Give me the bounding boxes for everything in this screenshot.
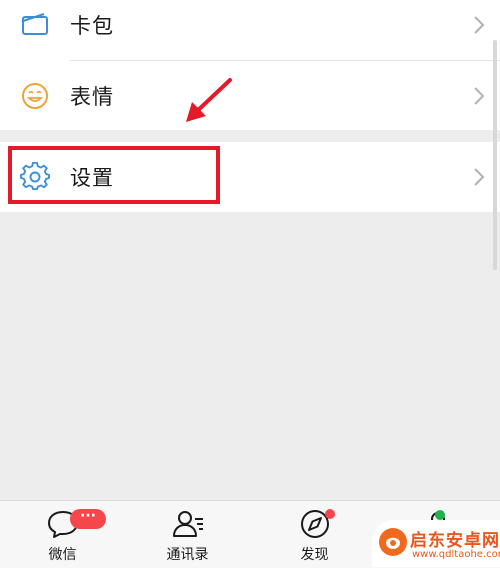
menu-item-emoji[interactable]: 表情 (0, 65, 500, 127)
tab-discover[interactable]: 发现 (252, 501, 377, 568)
menu-item-card-wallet[interactable]: 卡包 (0, 0, 500, 56)
highlight-box (8, 146, 220, 204)
menu-group-top: 卡包 表情 (0, 0, 500, 130)
me-status-dot (435, 510, 445, 520)
watermark-logo-icon (379, 528, 407, 556)
divider (70, 60, 500, 61)
card-wallet-icon (22, 13, 48, 35)
tab-label: 通讯录 (166, 547, 209, 563)
unread-badge: ··· (70, 509, 106, 529)
tab-chats[interactable]: 微信 (0, 501, 125, 568)
contacts-icon (172, 511, 203, 537)
menu-item-label: 卡包 (70, 14, 114, 38)
watermark-title: 启东安卓网 (410, 531, 500, 551)
emoji-icon (22, 83, 48, 109)
chevron-right-icon (474, 87, 485, 105)
tab-label: 发现 (300, 547, 329, 563)
annotation-arrow-icon (186, 78, 232, 122)
chevron-right-icon (474, 16, 485, 34)
watermark-url: www.qdltaohe.com (412, 549, 500, 560)
scrollbar-thumb[interactable] (493, 40, 497, 270)
tab-label: 微信 (48, 547, 77, 563)
tab-contacts[interactable]: 通讯录 (125, 501, 250, 568)
discover-notification-dot (325, 509, 335, 519)
chevron-right-icon (474, 168, 485, 186)
watermark: 启东安卓网 www.qdltaohe.com (372, 520, 500, 567)
menu-item-label: 表情 (70, 85, 114, 109)
